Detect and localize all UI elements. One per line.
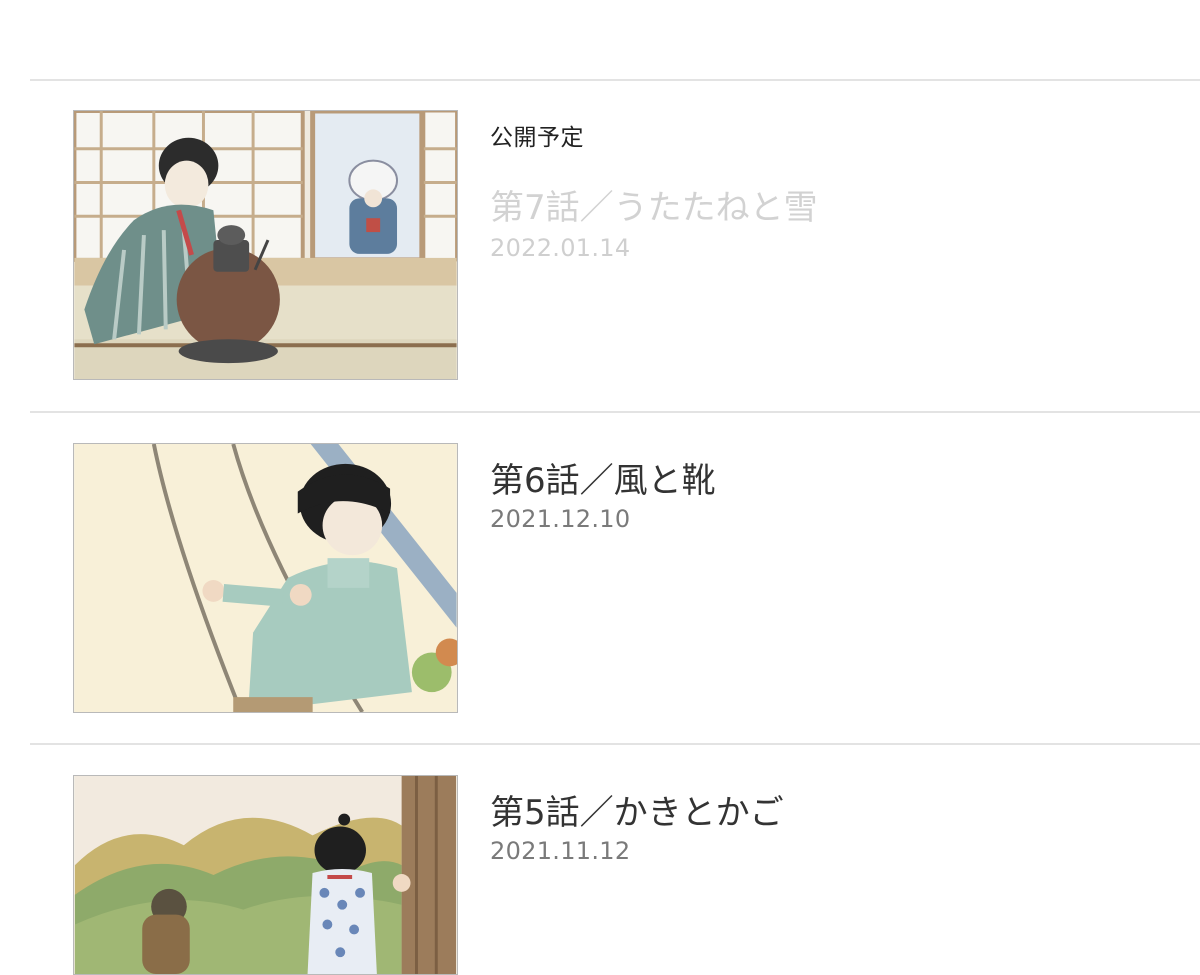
episode-item-6[interactable]: 第6話／風と靴 2021.12.10 — [0, 413, 1200, 743]
episode-title[interactable]: 第6話／風と靴 — [490, 453, 716, 502]
episode-date: 2021.11.12 — [490, 837, 631, 865]
episode-thumbnail[interactable] — [73, 110, 458, 380]
episode-date: 2022.01.14 — [490, 234, 631, 262]
episode-thumbnail[interactable] — [73, 443, 458, 713]
episode-item-7[interactable]: 公開予定 第7話／うたたねと雪 2022.01.14 — [0, 80, 1200, 411]
episode-date: 2021.12.10 — [490, 505, 631, 533]
episode-thumbnail[interactable] — [73, 775, 458, 975]
girl-on-swing-illustration — [74, 444, 457, 712]
episode-item-5[interactable]: 第5話／かきとかご 2021.11.12 — [0, 745, 1200, 975]
episode-title[interactable]: 第5話／かきとかご — [490, 785, 784, 834]
episode-title[interactable]: 第7話／うたたねと雪 — [490, 180, 818, 229]
release-status-label: 公開予定 — [490, 125, 584, 151]
child-mountain-autumn-illustration — [74, 776, 457, 974]
woman-by-hibachi-illustration — [74, 111, 457, 379]
